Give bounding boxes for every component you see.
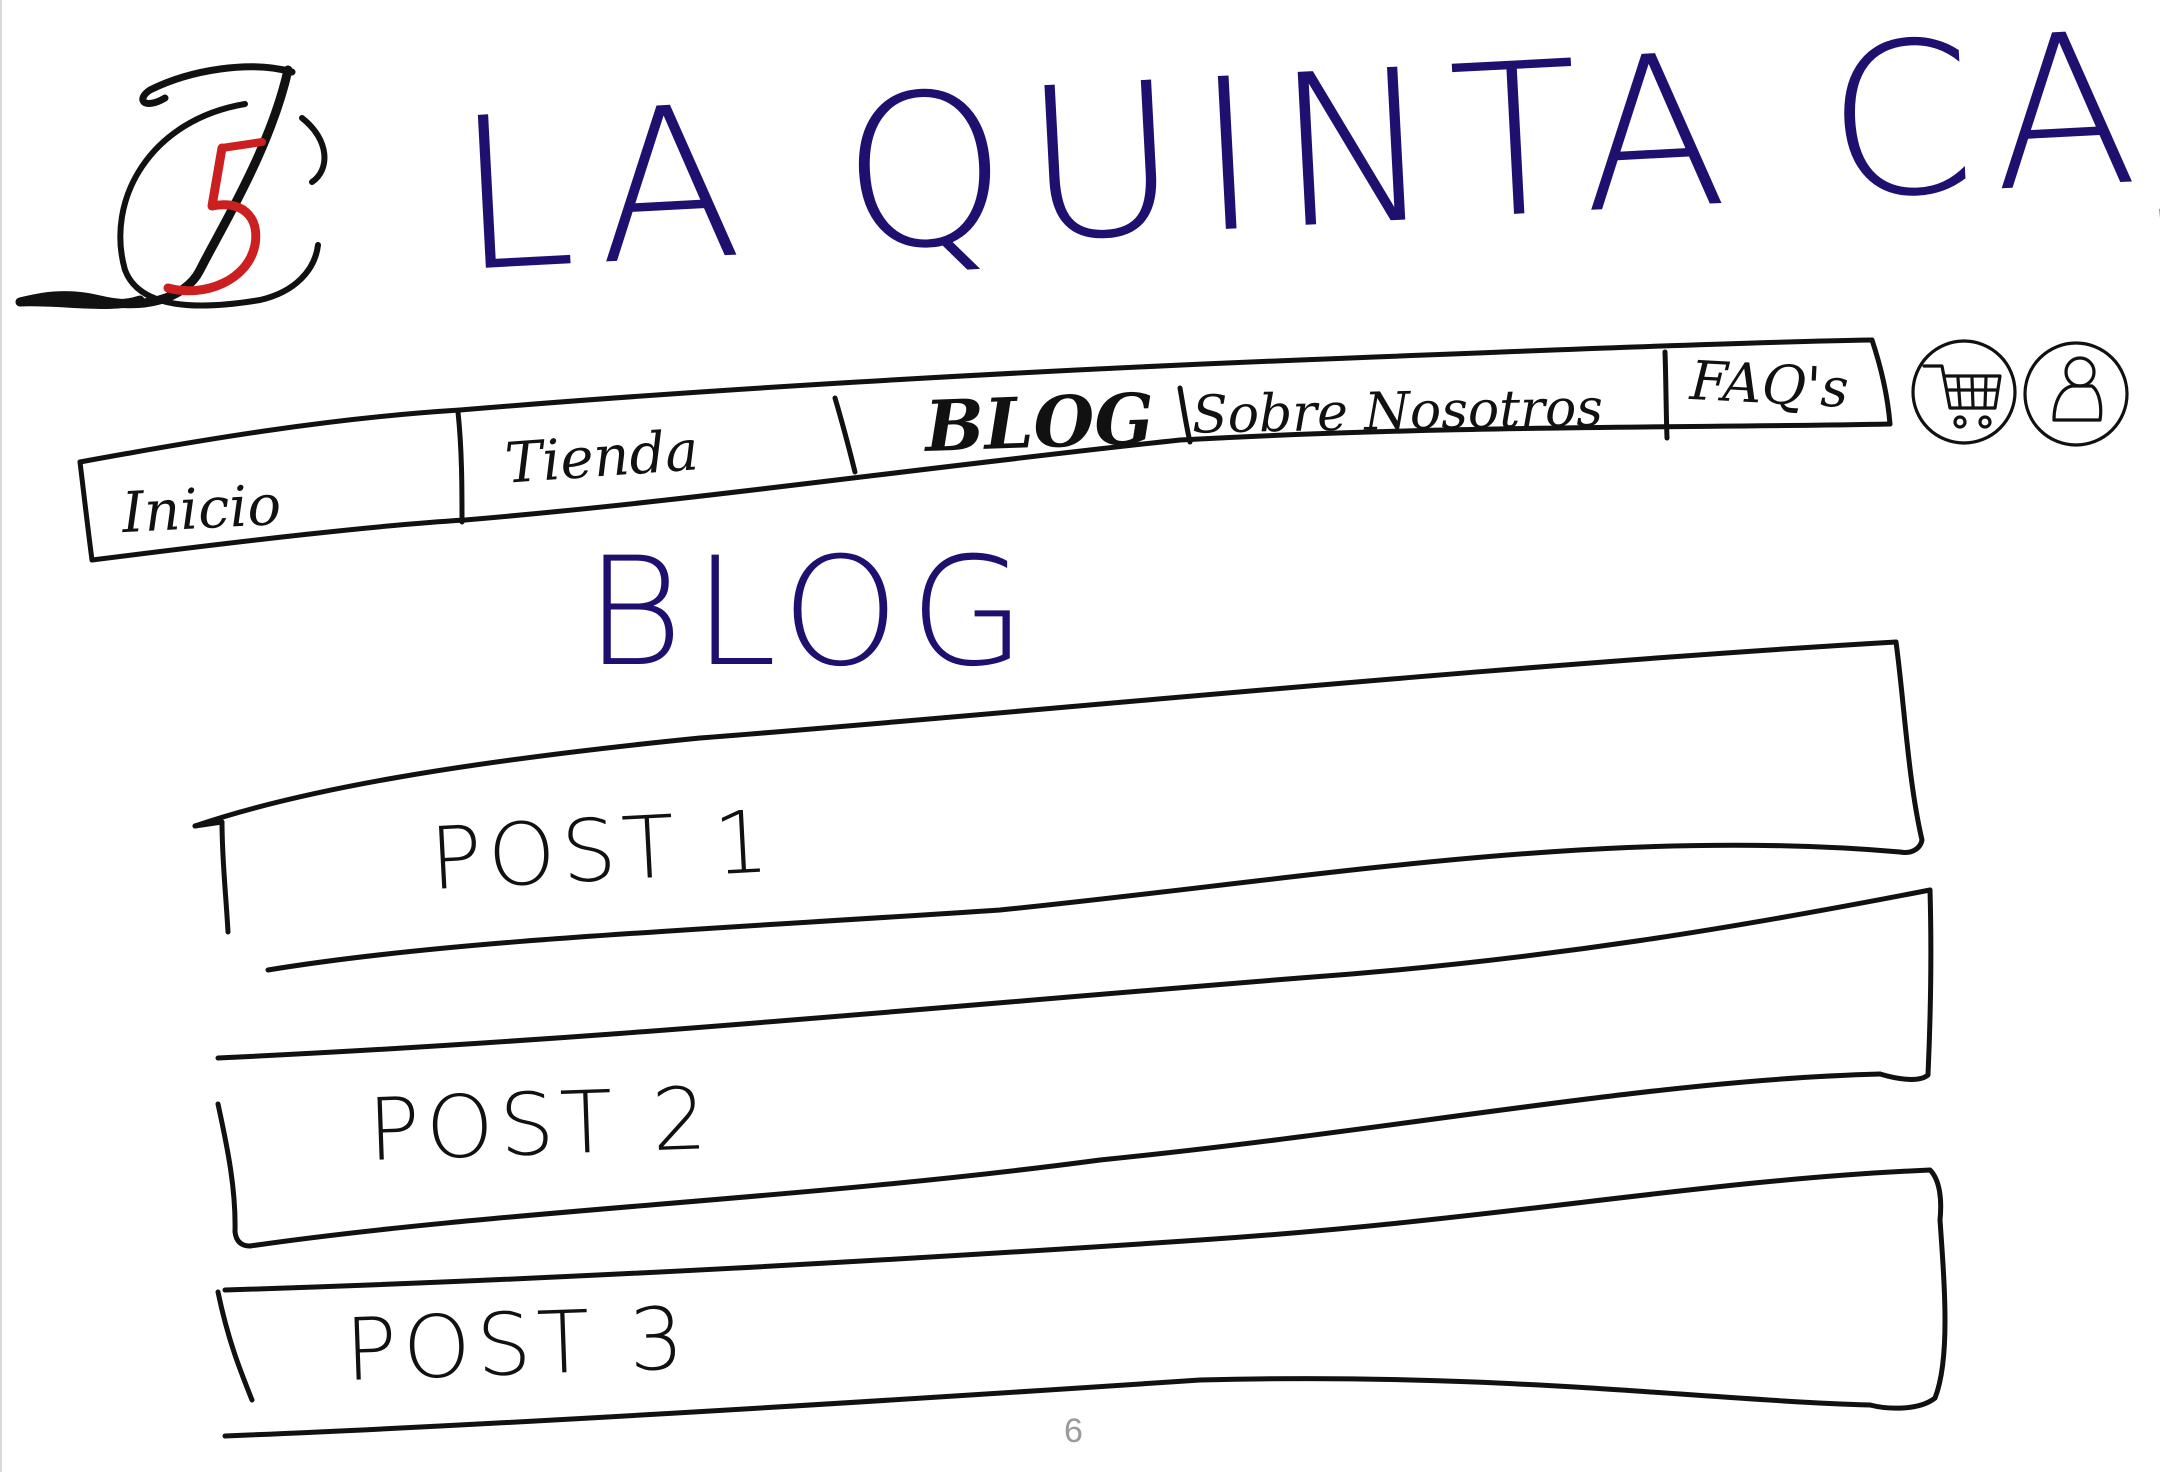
user-account-button[interactable] (2024, 342, 2128, 446)
post-title-2[interactable]: POST 2 (366, 1069, 714, 1181)
jc5-monogram-logo (15, 63, 328, 310)
nav-item-tienda[interactable]: Tienda (503, 418, 701, 496)
post-title-3[interactable]: POST 3 (343, 1289, 691, 1401)
nav-item-faqs[interactable]: FAQ's (1688, 349, 1850, 420)
post-title-1[interactable]: POST 1 (428, 792, 777, 910)
nav-item-inicio[interactable]: Inicio (120, 473, 282, 546)
page-number: 6 (1064, 1412, 1083, 1450)
post-card-outline-1 (192, 639, 1925, 973)
nav-item-sobre-nosotros[interactable]: Sobre Nosotros (1192, 378, 1604, 445)
cart-button[interactable] (1912, 340, 2016, 444)
nav-item-blog[interactable]: BLOG (924, 377, 1156, 468)
page-heading: BLOG (585, 526, 1036, 700)
